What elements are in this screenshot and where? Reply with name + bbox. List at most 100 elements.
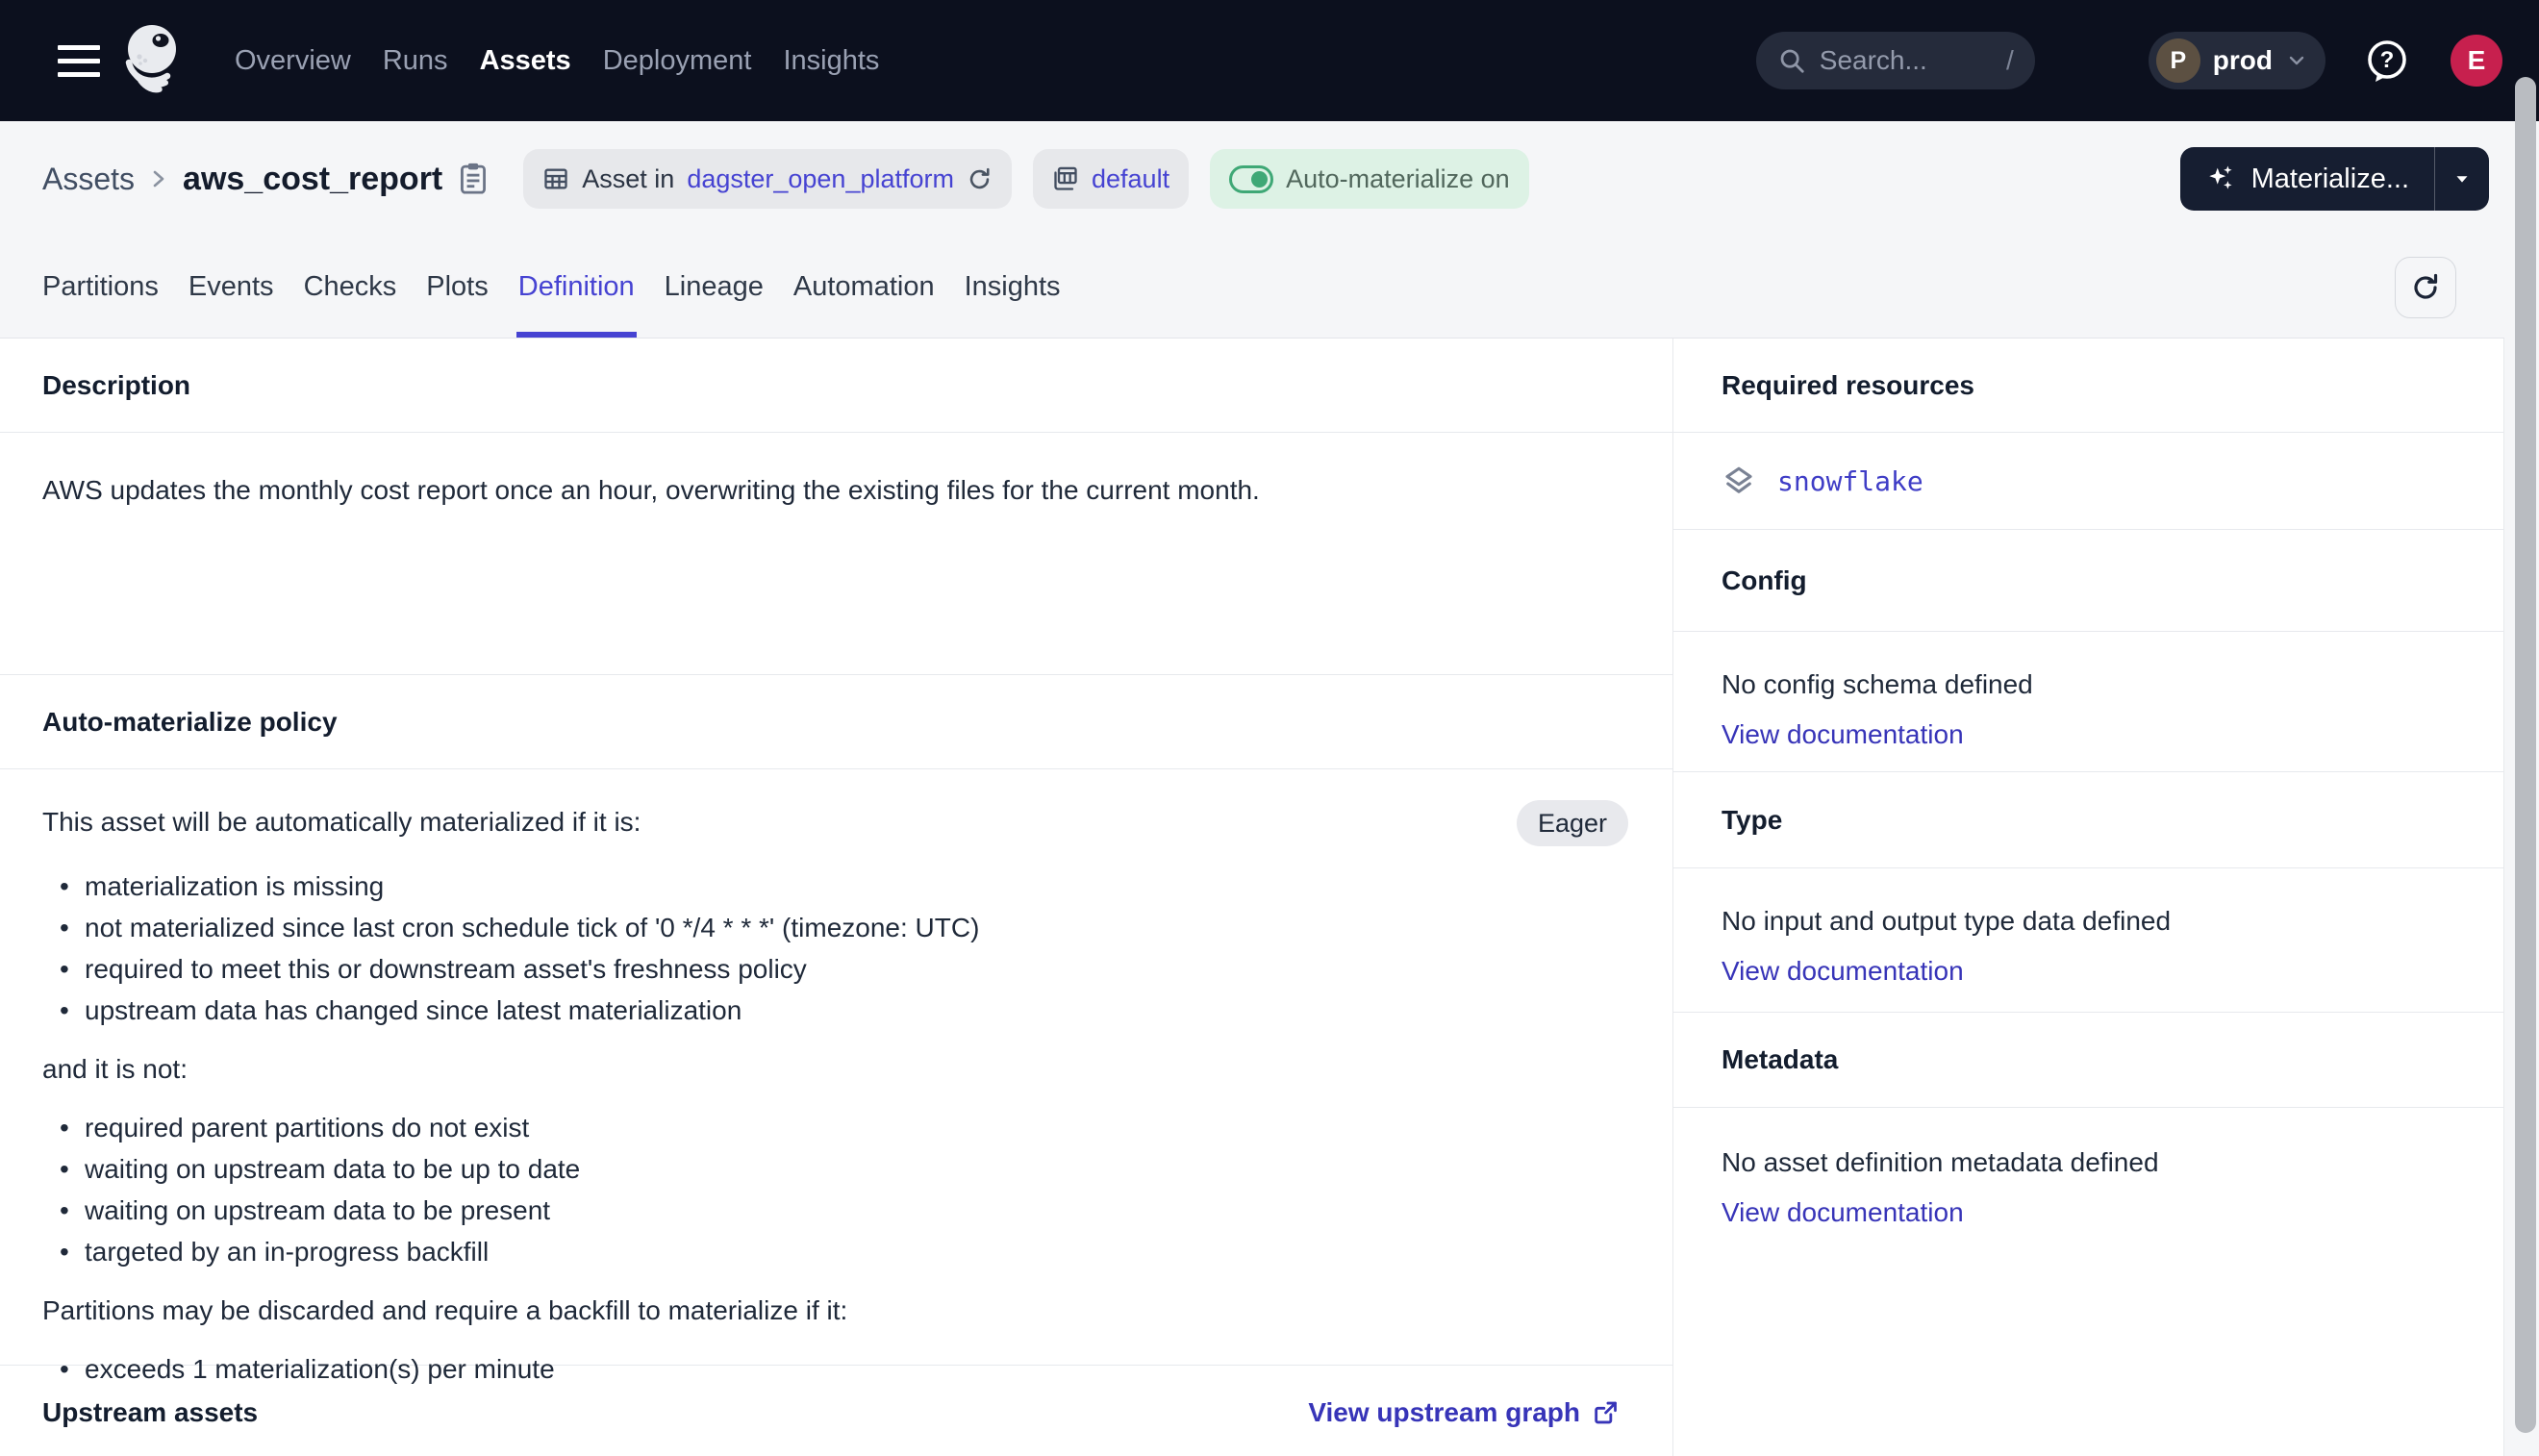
list-item: targeted by an in-progress backfill bbox=[42, 1235, 1628, 1269]
list-item: required to meet this or downstream asse… bbox=[42, 952, 1628, 987]
list-item: materialization is missing bbox=[42, 869, 1628, 904]
description-text: AWS updates the monthly cost report once… bbox=[42, 471, 1628, 510]
group-copies-icon bbox=[1052, 165, 1079, 192]
search-shortcut-hint: / bbox=[2006, 45, 2014, 76]
top-nav: Overview Runs Assets Deployment Insights… bbox=[0, 0, 2539, 121]
config-title: Config bbox=[1722, 565, 1807, 596]
asset-location-prefix: Asset in bbox=[582, 164, 674, 194]
dagster-logo-icon[interactable] bbox=[117, 22, 185, 99]
type-empty-message: No input and output type data defined bbox=[1722, 903, 2465, 940]
tab-events[interactable]: Events bbox=[189, 237, 274, 338]
asset-title: aws_cost_report bbox=[183, 161, 442, 198]
definition-sidebar: Required resources snowflake Config No c… bbox=[1673, 339, 2503, 1456]
breadcrumb-assets-link[interactable]: Assets bbox=[42, 162, 135, 197]
required-resources-title: Required resources bbox=[1722, 370, 1974, 401]
auto-materialize-policy-title: Auto-materialize policy bbox=[42, 707, 338, 738]
tab-checks[interactable]: Checks bbox=[304, 237, 397, 338]
metadata-title: Metadata bbox=[1722, 1044, 1838, 1075]
hamburger-menu-icon[interactable] bbox=[58, 45, 100, 77]
upstream-assets-title: Upstream assets bbox=[42, 1397, 258, 1428]
materialize-split-button[interactable]: Materialize... bbox=[2180, 147, 2489, 211]
tab-insights[interactable]: Insights bbox=[965, 237, 1061, 338]
scrollbar-thumb[interactable] bbox=[2515, 77, 2536, 1433]
metadata-section-header: Metadata bbox=[1673, 1013, 2503, 1108]
metadata-body: No asset definition metadata defined Vie… bbox=[1673, 1108, 2503, 1231]
resource-link-snowflake[interactable]: snowflake bbox=[1777, 465, 1923, 497]
user-avatar[interactable]: E bbox=[2451, 35, 2502, 87]
nav-right-cluster: Search... / P prod ? E bbox=[1756, 32, 2539, 89]
primary-nav: Overview Runs Assets Deployment Insights bbox=[235, 45, 879, 77]
definition-main-column: Description AWS updates the monthly cost… bbox=[0, 339, 1673, 1456]
asset-tabs-row: Partitions Events Checks Plots Definitio… bbox=[0, 237, 2504, 339]
refresh-button[interactable] bbox=[2395, 257, 2456, 318]
page-scrollbar bbox=[2504, 0, 2539, 1456]
tab-automation[interactable]: Automation bbox=[793, 237, 935, 338]
reload-location-icon[interactable] bbox=[967, 166, 993, 192]
view-upstream-graph-link[interactable]: View upstream graph bbox=[1308, 1397, 1619, 1428]
asset-tags: Asset in dagster_open_platform default A… bbox=[523, 149, 1528, 209]
policy-type-badge: Eager bbox=[1517, 800, 1628, 846]
definition-content: Description AWS updates the monthly cost… bbox=[0, 339, 2504, 1456]
nav-item-runs[interactable]: Runs bbox=[383, 45, 448, 77]
sparkle-icon bbox=[2205, 163, 2238, 195]
required-resources-header: Required resources bbox=[1673, 339, 2503, 433]
asset-group-tag: default bbox=[1033, 149, 1189, 209]
policy-discard-intro: Partitions may be discarded and require … bbox=[42, 1293, 1628, 1329]
group-link[interactable]: default bbox=[1092, 164, 1169, 194]
list-item: upstream data has changed since latest m… bbox=[42, 993, 1628, 1028]
deployment-switcher[interactable]: P prod bbox=[2149, 32, 2325, 89]
config-section-header: Config bbox=[1673, 530, 2503, 632]
help-icon[interactable]: ? bbox=[2364, 38, 2410, 84]
asset-header-row: Assets aws_cost_report Asset in dagster_… bbox=[0, 121, 2539, 237]
copy-asset-name-icon[interactable] bbox=[458, 162, 489, 196]
materialize-button[interactable]: Materialize... bbox=[2180, 147, 2434, 211]
materialize-button-label: Materialize... bbox=[2251, 163, 2409, 195]
breadcrumb-chevron-icon bbox=[148, 164, 169, 193]
search-placeholder: Search... bbox=[1820, 45, 1993, 76]
auto-materialize-policy-header: Auto-materialize policy bbox=[0, 675, 1672, 769]
nav-item-assets[interactable]: Assets bbox=[480, 45, 571, 77]
description-body: AWS updates the monthly cost report once… bbox=[0, 433, 1672, 675]
config-body: No config schema defined View documentat… bbox=[1673, 632, 2503, 772]
nav-item-insights[interactable]: Insights bbox=[783, 45, 879, 77]
list-item: not materialized since last cron schedul… bbox=[42, 911, 1628, 945]
list-item: waiting on upstream data to be present bbox=[42, 1193, 1628, 1228]
list-item: exceeds 1 materialization(s) per minute bbox=[42, 1352, 1628, 1387]
config-empty-message: No config schema defined bbox=[1722, 666, 2465, 703]
code-location-link[interactable]: dagster_open_platform bbox=[687, 164, 954, 194]
svg-text:?: ? bbox=[2380, 47, 2395, 73]
type-title: Type bbox=[1722, 805, 1782, 836]
tab-partitions[interactable]: Partitions bbox=[42, 237, 159, 338]
tab-lineage[interactable]: Lineage bbox=[665, 237, 764, 338]
description-section-header: Description bbox=[0, 339, 1672, 433]
metadata-empty-message: No asset definition metadata defined bbox=[1722, 1144, 2465, 1181]
list-item: waiting on upstream data to be up to dat… bbox=[42, 1152, 1628, 1187]
layers-icon bbox=[1722, 464, 1756, 498]
type-view-documentation-link[interactable]: View documentation bbox=[1722, 953, 1964, 990]
policy-negation-intro: and it is not: bbox=[42, 1051, 1628, 1088]
policy-intro-text: This asset will be automatically materia… bbox=[42, 804, 641, 841]
deployment-avatar: P bbox=[2156, 38, 2200, 83]
auto-materialize-policy-body: This asset will be automatically materia… bbox=[0, 769, 1672, 1366]
negation-conditions-list: required parent partitions do not exist … bbox=[42, 1111, 1628, 1269]
type-section-header: Type bbox=[1673, 772, 2503, 868]
search-input[interactable]: Search... / bbox=[1756, 32, 2035, 89]
config-view-documentation-link[interactable]: View documentation bbox=[1722, 716, 1964, 753]
auto-materialize-tag-label: Auto-materialize on bbox=[1286, 164, 1510, 194]
asset-location-tag: Asset in dagster_open_platform bbox=[523, 149, 1012, 209]
auto-materialize-tag[interactable]: Auto-materialize on bbox=[1210, 149, 1529, 209]
nav-item-overview[interactable]: Overview bbox=[235, 45, 351, 77]
materialize-conditions-list: materialization is missing not materiali… bbox=[42, 869, 1628, 1028]
tab-plots[interactable]: Plots bbox=[426, 237, 488, 338]
description-title: Description bbox=[42, 370, 190, 401]
metadata-view-documentation-link[interactable]: View documentation bbox=[1722, 1194, 1964, 1231]
type-body: No input and output type data defined Vi… bbox=[1673, 868, 2503, 1013]
list-item: required parent partitions do not exist bbox=[42, 1111, 1628, 1145]
view-upstream-graph-label: View upstream graph bbox=[1308, 1397, 1580, 1428]
discard-conditions-list: exceeds 1 materialization(s) per minute bbox=[42, 1352, 1628, 1387]
nav-item-deployment[interactable]: Deployment bbox=[603, 45, 752, 77]
table-grid-icon bbox=[542, 165, 569, 192]
materialize-dropdown-button[interactable] bbox=[2435, 147, 2489, 211]
tab-definition[interactable]: Definition bbox=[518, 237, 635, 338]
chevron-down-icon bbox=[2285, 49, 2308, 72]
